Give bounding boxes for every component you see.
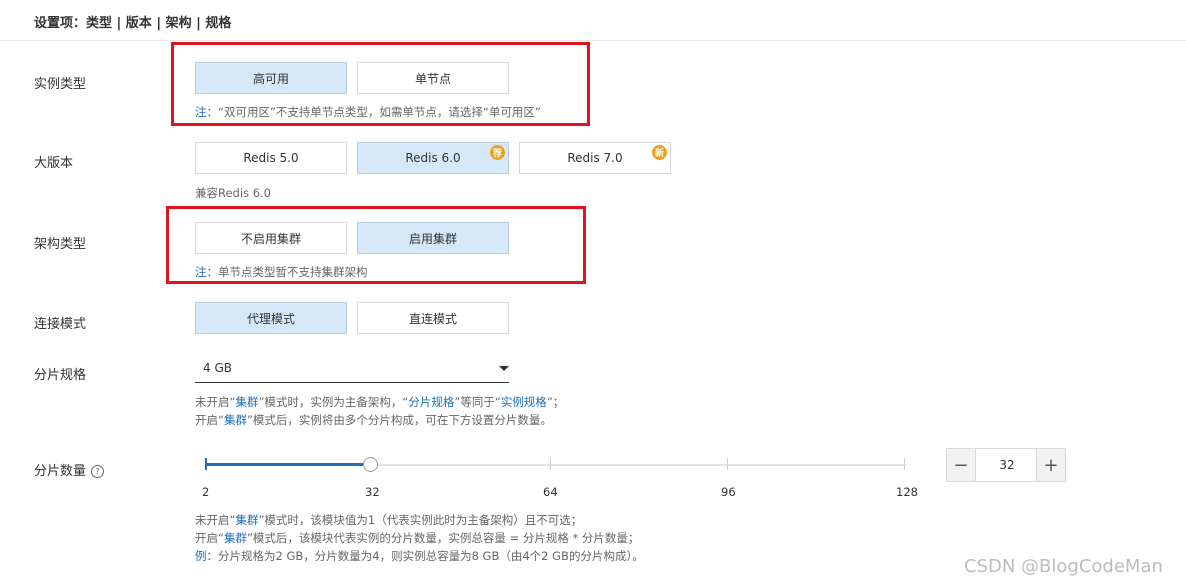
slider-tick bbox=[727, 458, 728, 470]
shard-count-note-line2: 开启“集群”模式后，该模块代表实例的分片数量，实例总容量 = 分片规格 * 分片… bbox=[195, 531, 640, 545]
highlight-box-instance-type bbox=[171, 42, 590, 126]
tick-label: 64 bbox=[543, 485, 558, 499]
shard-spec-note-line2: 开启“集群”模式后，实例将由多个分片构成，可在下方设置分片数量。 bbox=[195, 413, 552, 427]
slider-tick bbox=[904, 458, 905, 470]
shard-spec-value: 4 GB bbox=[203, 361, 232, 375]
tick-label: 2 bbox=[202, 485, 210, 499]
slider-fill bbox=[205, 463, 371, 466]
shard-spec-note-line1: 未开启“集群”模式时，实例为主备架构，“分片规格”等同于“实例规格”； bbox=[195, 395, 565, 409]
option-redis-6[interactable]: Redis 6.0 bbox=[357, 142, 509, 174]
shard-count-label: 分片数量? bbox=[34, 460, 105, 479]
connection-label: 连接模式 bbox=[34, 317, 87, 332]
tick-label: 128 bbox=[896, 485, 918, 499]
help-icon[interactable]: ? bbox=[91, 465, 105, 478]
highlight-box-architecture bbox=[166, 206, 586, 284]
tick-label: 96 bbox=[721, 485, 736, 499]
settings-header: 设置项：类型 | 版本 | 架构 | 规格 bbox=[0, 0, 1186, 41]
version-label: 大版本 bbox=[34, 156, 74, 171]
slider-handle[interactable] bbox=[363, 457, 378, 472]
chevron-down-icon bbox=[499, 366, 509, 371]
plus-icon[interactable]: + bbox=[1036, 449, 1065, 481]
option-redis-5[interactable]: Redis 5.0 bbox=[195, 142, 347, 174]
architecture-label: 架构类型 bbox=[34, 237, 87, 252]
shard-count-note-line1: 未开启“集群”模式时，该模块值为1（代表实例此时为主备架构）且不可选； bbox=[195, 513, 583, 527]
minus-icon[interactable]: − bbox=[947, 449, 976, 481]
watermark: CSDN @BlogCodeMan bbox=[964, 556, 1163, 577]
recommended-badge-icon: 荐 bbox=[490, 145, 505, 160]
option-redis-7[interactable]: Redis 7.0 bbox=[519, 142, 671, 174]
shard-spec-select[interactable]: 4 GB bbox=[195, 353, 509, 383]
shard-count-stepper: − 32 + bbox=[946, 448, 1066, 482]
instance-type-label: 实例类型 bbox=[34, 77, 87, 92]
slider-tick bbox=[550, 458, 551, 470]
version-note: 兼容Redis 6.0 bbox=[195, 186, 271, 200]
shard-spec-label: 分片规格 bbox=[34, 368, 87, 383]
option-proxy-mode[interactable]: 代理模式 bbox=[195, 302, 347, 334]
shard-count-input[interactable]: 32 bbox=[976, 449, 1038, 481]
tick-label: 32 bbox=[365, 485, 380, 499]
slider-start-marker bbox=[205, 458, 207, 470]
new-badge-icon: 新 bbox=[652, 145, 667, 160]
option-direct-mode[interactable]: 直连模式 bbox=[357, 302, 509, 334]
shard-count-note-line3: 例：分片规格为2 GB，分片数量为4，则实例总容量为8 GB（由4个2 GB的分… bbox=[195, 549, 644, 563]
settings-title: 设置项：类型 | 版本 | 架构 | 规格 bbox=[34, 16, 232, 31]
